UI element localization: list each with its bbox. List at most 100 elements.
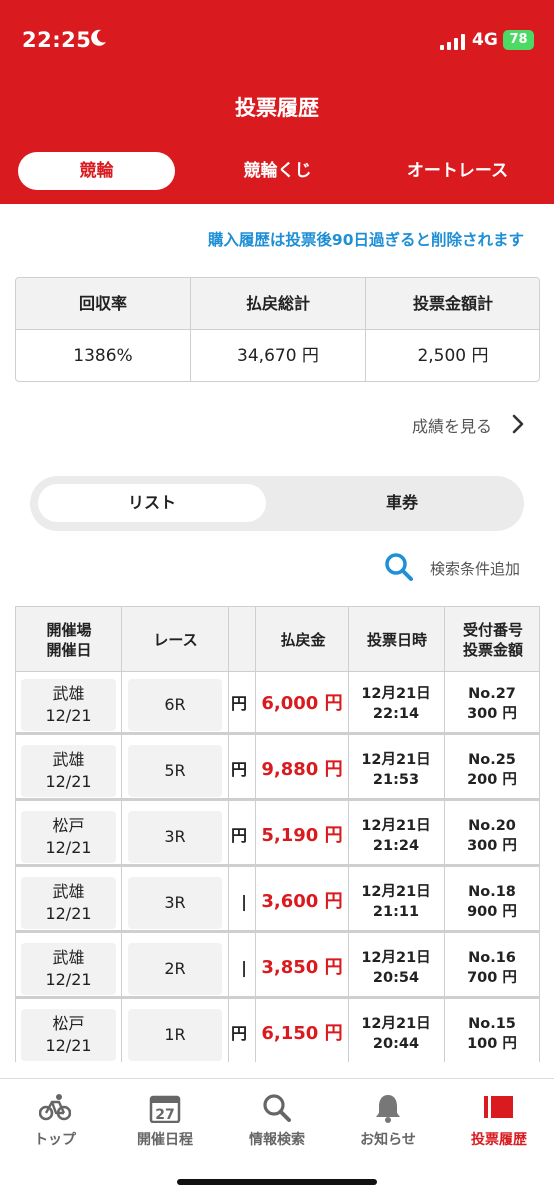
payout-cell: 3,600 円 [261, 891, 343, 912]
tab-autorace[interactable]: オートレース [380, 152, 535, 190]
col-race: レース [153, 631, 198, 649]
ticket-number: No.18 [468, 884, 516, 900]
segment-list[interactable]: リスト [38, 484, 266, 522]
ticket-cell: No.16 700 円 [444, 948, 540, 988]
history-icon [484, 1096, 513, 1118]
payout-cell: 6,000 円 [261, 693, 343, 714]
venue-cell: 松戸 12/21 [21, 1009, 116, 1061]
page-title: 投票履歴 [235, 96, 319, 120]
search-icon [263, 1094, 291, 1122]
category-tabs: 競輪 競輪くじ オートレース [0, 152, 554, 190]
venue-date: 12/21 [45, 838, 92, 857]
summary-divider [190, 278, 191, 381]
venue-cell: 松戸 12/21 [21, 811, 116, 863]
vote-date: 12月21日 [361, 818, 431, 834]
vote-datetime-cell: 12月21日 21:53 [348, 750, 444, 790]
tabbar-vote-history-label: 投票履歴 [471, 1132, 527, 1148]
vote-time: 21:24 [372, 838, 420, 854]
summary-header-recovery-rate: 回収率 [78, 294, 127, 313]
summary-header-vote-total: 投票金額計 [412, 294, 493, 313]
vote-amount: 300 円 [467, 838, 517, 854]
chevron-right-icon [512, 414, 524, 434]
home-indicator [177, 1179, 377, 1185]
summary-header-payout-total: 払戻総計 [245, 294, 310, 313]
summary-table: 回収率 払戻総計 投票金額計 1386% 34,670 円 2,500 円 [15, 277, 540, 382]
tabbar-schedule-label: 開催日程 [137, 1132, 193, 1148]
vote-amount: 300 円 [467, 706, 517, 722]
venue-cell: 武雄 12/21 [21, 943, 116, 995]
search-icon [385, 553, 413, 581]
table-row[interactable]: 武雄 12/21 6R 円 6,000 円 12月21日 22:14 No.27 30… [15, 672, 540, 735]
table-divider [444, 606, 445, 1062]
add-search-condition-label: 検索条件追加 [430, 560, 521, 578]
venue-date: 12/21 [45, 706, 92, 725]
table-divider [121, 606, 122, 1062]
venue-name: 松戸 [52, 1014, 85, 1033]
vote-time: 20:54 [372, 970, 420, 986]
view-segment-control: リスト 車券 [30, 476, 524, 531]
vote-datetime-cell: 12月21日 20:44 [348, 1014, 444, 1054]
table-row[interactable]: 松戸 12/21 3R 円 5,190 円 12月21日 21:24 No.20 30… [15, 804, 540, 867]
tab-keirin[interactable]: 競輪 [18, 152, 175, 190]
tabbar-info-search[interactable]: 情報検索 [222, 1093, 332, 1149]
ticket-number: No.20 [468, 818, 516, 834]
table-border [15, 606, 16, 1062]
race-cell: 3R [128, 811, 222, 863]
table-divider [228, 606, 229, 1062]
vote-time: 21:53 [372, 772, 420, 788]
payout-cell: 9,880 円 [261, 759, 343, 780]
table-header: 開催場 開催日 レース 払戻金 投票日時 受付番号 投票金額 [15, 606, 540, 672]
view-results-link[interactable]: 成績を見る [330, 410, 530, 438]
table-row[interactable]: 武雄 12/21 5R 円 9,880 円 12月21日 21:53 No.25 20… [15, 738, 540, 801]
table-divider [348, 606, 349, 1062]
app-header: 22:25 4G 78 投票履歴 競輪 競輪くじ オートレース [0, 0, 554, 204]
venue-date: 12/21 [45, 970, 92, 989]
add-search-condition[interactable]: 検索条件追加 [384, 552, 526, 586]
vote-date: 12月21日 [361, 686, 431, 702]
bell-icon [376, 1095, 400, 1123]
table-border [539, 606, 540, 1062]
moon-icon [91, 29, 106, 46]
vote-amount: 200 円 [467, 772, 517, 788]
calendar-day: 27 [155, 1107, 174, 1123]
vote-time: 22:14 [372, 706, 420, 722]
vote-datetime-cell: 12月21日 20:54 [348, 948, 444, 988]
col-venue-date: 開催場 開催日 [46, 621, 92, 659]
calendar-icon: 27 [149, 1095, 181, 1123]
race-cell: 1R [128, 1009, 222, 1061]
tabbar-schedule[interactable]: 27 開催日程 [110, 1093, 220, 1149]
payout-cell: 6,150 円 [261, 1023, 343, 1044]
vote-time: 20:44 [372, 1036, 420, 1052]
race-cell: 5R [128, 745, 222, 797]
vote-date: 12月21日 [361, 752, 431, 768]
tabbar-top[interactable]: トップ [0, 1093, 110, 1149]
col-vote-datetime: 投票日時 [366, 631, 427, 649]
col-payout: 払戻金 [280, 631, 326, 649]
race-cell: 3R [128, 877, 222, 929]
segment-ticket[interactable]: 車券 [288, 484, 516, 522]
battery-indicator: 78 [503, 30, 534, 50]
summary-recovery-rate: 1386% [73, 346, 133, 366]
vote-time: 21:11 [372, 904, 420, 920]
venue-date: 12/21 [45, 904, 92, 923]
table-row[interactable]: 松戸 12/21 1R 円 6,150 円 12月21日 20:44 No.15 10… [15, 1002, 540, 1062]
venue-name: 武雄 [52, 882, 85, 901]
ticket-number: No.25 [468, 752, 516, 768]
summary-vote-total: 2,500 円 [417, 346, 489, 366]
ticket-number: No.27 [468, 686, 516, 702]
table-row[interactable]: 武雄 12/21 2R | 3,850 円 12月21日 20:54 No.16 70… [15, 936, 540, 999]
signal-icon [440, 34, 465, 50]
tab-keirin-kuji[interactable]: 競輪くじ [200, 152, 355, 190]
payout-cell: 5,190 円 [261, 825, 343, 846]
table-row[interactable]: 武雄 12/21 3R | 3,600 円 12月21日 21:11 No.18 90… [15, 870, 540, 933]
tabbar-notices[interactable]: お知らせ [333, 1093, 443, 1149]
venue-date: 12/21 [45, 772, 92, 791]
tabbar-vote-history[interactable]: 投票履歴 [444, 1093, 554, 1149]
col-ticket-amount: 受付番号 投票金額 [462, 621, 523, 659]
ticket-cell: No.18 900 円 [444, 882, 540, 922]
venue-date: 12/21 [45, 1036, 92, 1055]
payout-cell: 3,850 円 [261, 957, 343, 978]
vote-datetime-cell: 12月21日 22:14 [348, 684, 444, 724]
vote-date: 12月21日 [361, 1016, 431, 1032]
vote-amount: 100 円 [467, 1036, 517, 1052]
